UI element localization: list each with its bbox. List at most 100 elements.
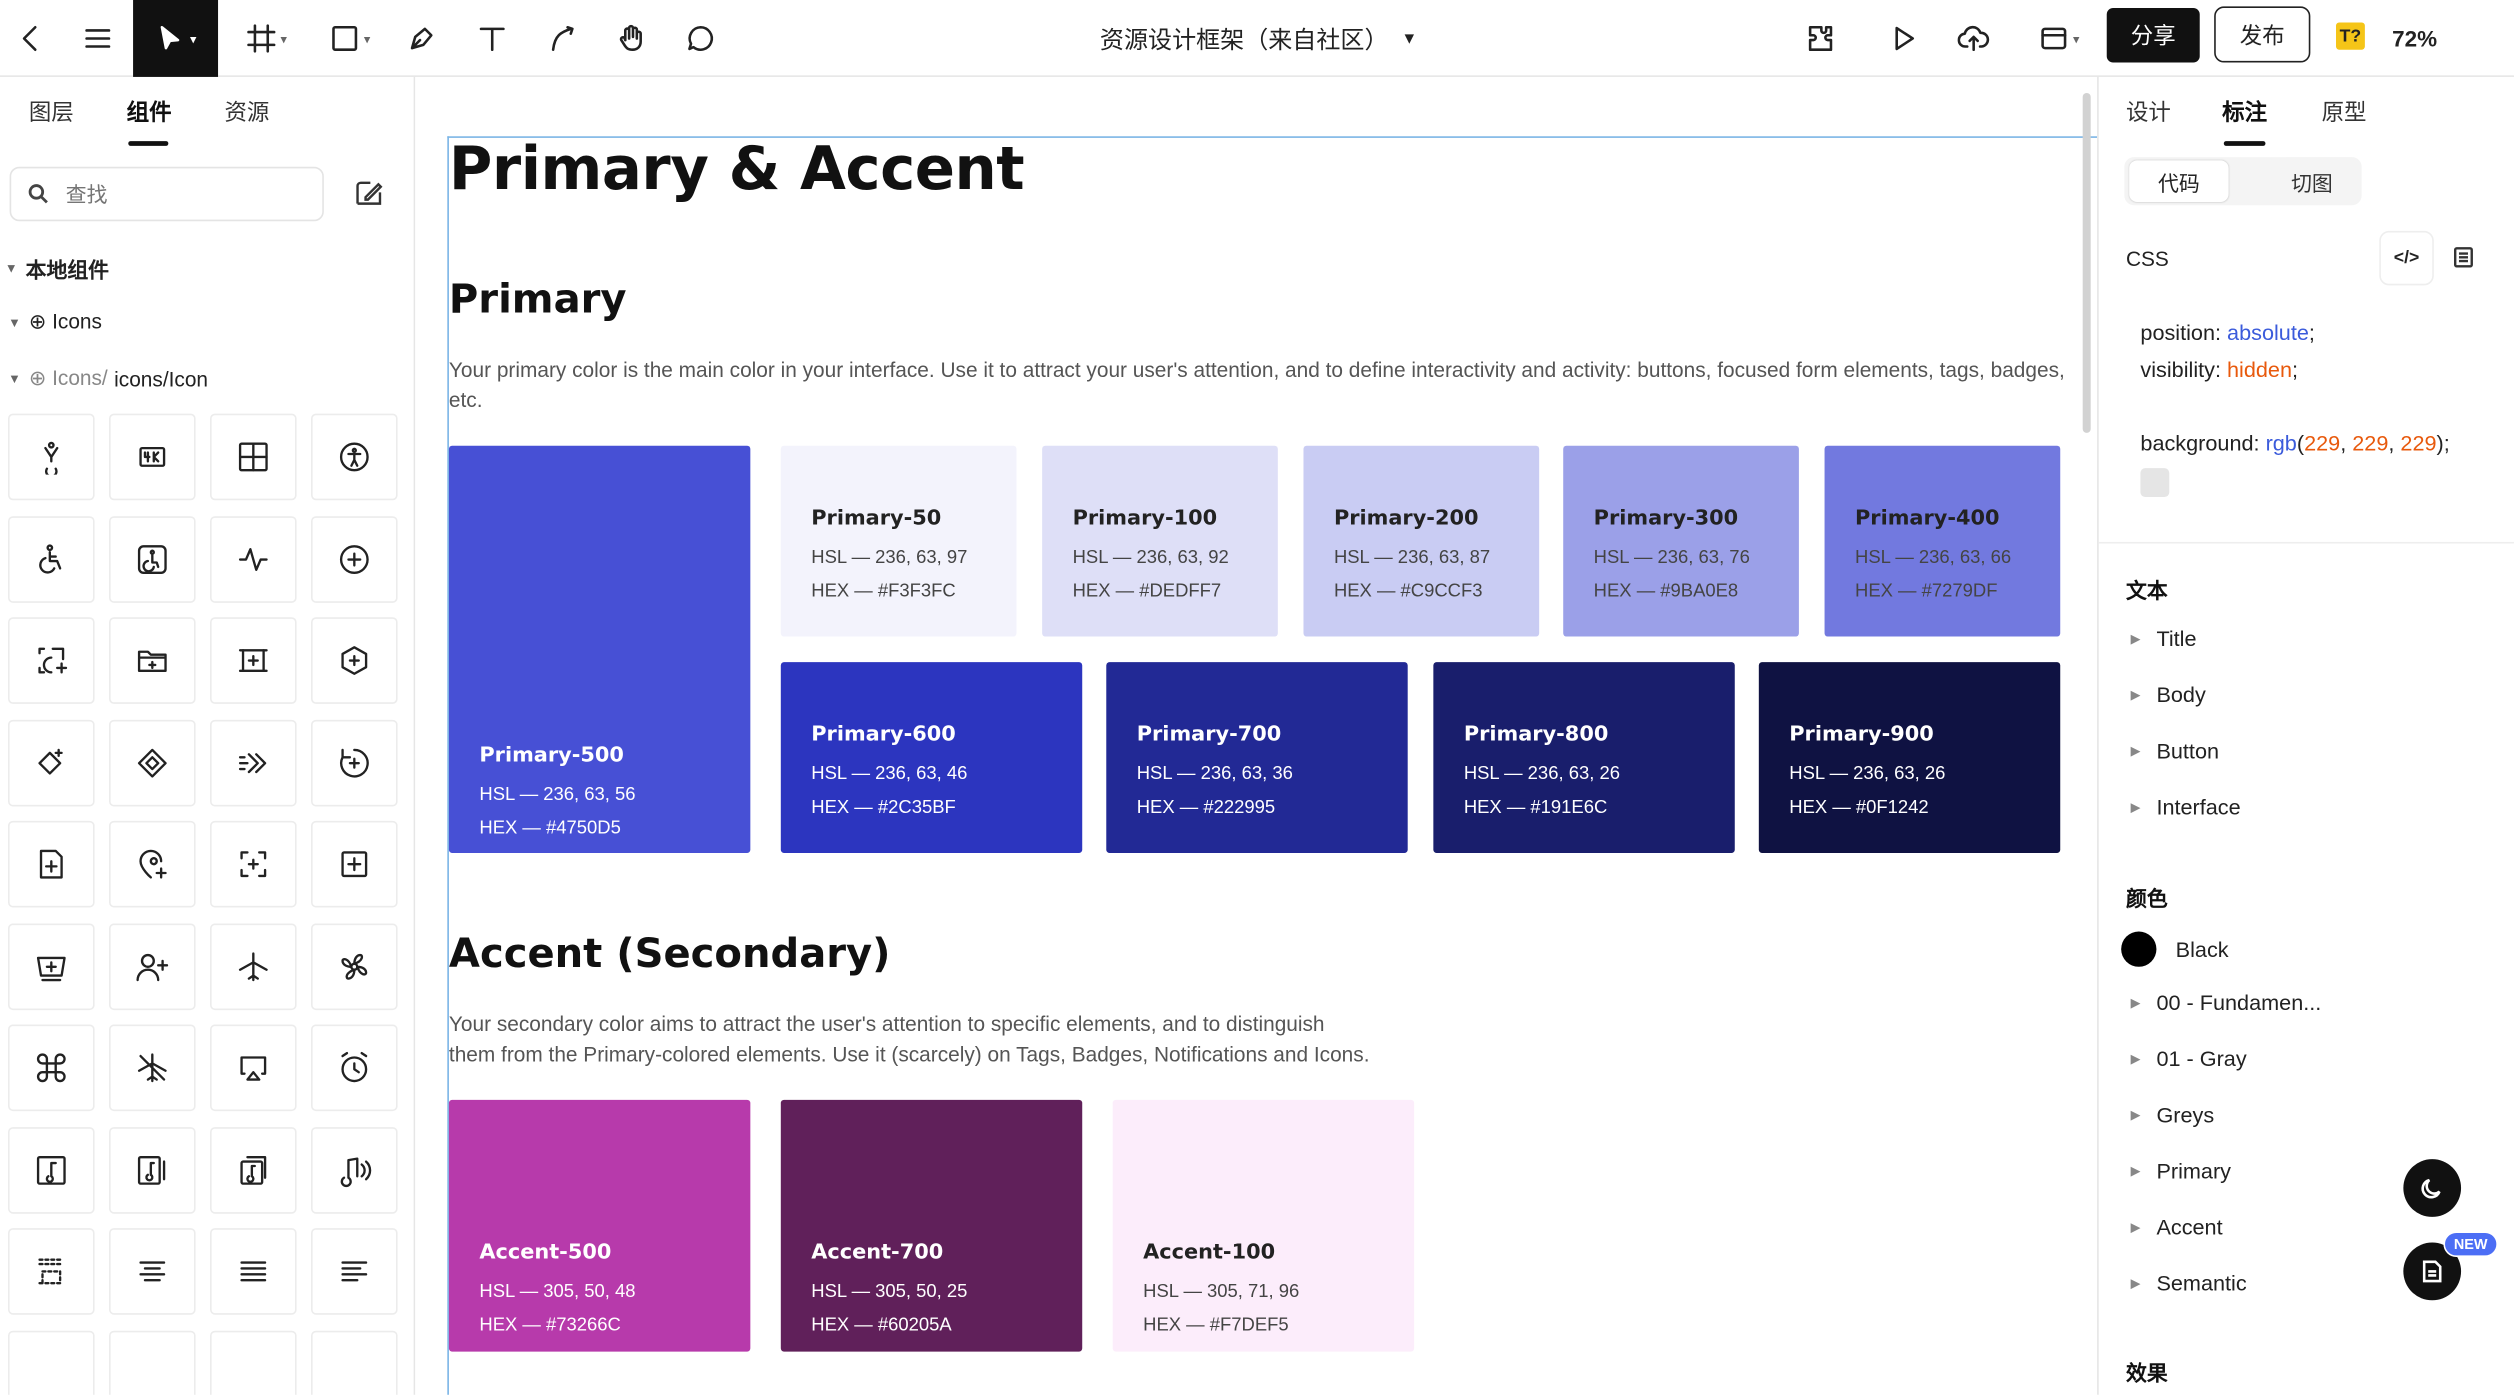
component-cell[interactable] (8, 1126, 95, 1213)
icons-group[interactable]: ▼ ⊕ Icons (6, 309, 102, 335)
component-cell[interactable] (8, 1329, 95, 1395)
layout-button[interactable]: ▾ (2027, 0, 2091, 77)
text-tool[interactable] (468, 0, 516, 77)
text-style-item[interactable]: ▶ Button (2128, 739, 2219, 763)
component-cell[interactable] (8, 719, 95, 806)
component-cell[interactable] (109, 617, 196, 704)
doc-view-button[interactable] (2451, 245, 2477, 271)
frame-tool[interactable]: ▾ (234, 0, 298, 77)
upload-button[interactable] (1950, 0, 1998, 77)
search-input[interactable] (65, 181, 291, 207)
text-style-item[interactable]: ▶ Interface (2128, 795, 2241, 819)
tab-prototype[interactable]: 原型 (2322, 96, 2367, 128)
code-view-button[interactable]: </> (2379, 230, 2434, 286)
component-cell[interactable] (210, 617, 297, 704)
design-canvas[interactable]: Primary & Accent Primary Your primary co… (415, 76, 2098, 1395)
color-swatch-card[interactable]: Primary-600 HSL — 236, 63, 46 HEX — #2C35B… (780, 662, 1083, 853)
component-cell[interactable] (311, 1024, 398, 1112)
local-components-group[interactable]: ▼ 本地组件 (3, 253, 109, 283)
color-swatch-card[interactable]: Accent-700 HSL — 305, 50, 25 HEX — #60205A (780, 1099, 1083, 1352)
component-cell[interactable] (109, 719, 196, 806)
pen-tool[interactable] (398, 0, 446, 77)
component-cell[interactable] (210, 922, 297, 1010)
color-swatch-card[interactable]: Primary-800 HSL — 236, 63, 26 HEX — #191E6… (1433, 662, 1735, 853)
code-mode-button[interactable]: 代码 (2129, 160, 2229, 203)
component-cell[interactable] (8, 413, 95, 501)
slice-mode-button[interactable]: 切图 (2265, 160, 2358, 202)
component-search[interactable] (9, 166, 324, 222)
color-swatch-card[interactable]: Primary-100 HSL — 236, 63, 92 HEX — #DEDFF… (1042, 445, 1278, 637)
color-swatch-card[interactable]: Primary-700 HSL — 236, 63, 36 HEX — #22299… (1106, 662, 1408, 853)
component-cell[interactable] (8, 820, 95, 908)
color-group-item[interactable]: ▶ Primary (2128, 1159, 2231, 1183)
color-group-item[interactable]: ▶ 00 - Fundamen... (2128, 991, 2322, 1015)
component-cell[interactable] (210, 1329, 297, 1395)
component-cell[interactable] (210, 719, 297, 806)
component-cell[interactable] (8, 617, 95, 704)
color-item-black[interactable]: Black (2121, 931, 2229, 967)
color-group-item[interactable]: ▶ 01 - Gray (2128, 1047, 2247, 1071)
component-cell[interactable] (210, 1024, 297, 1112)
component-cell[interactable] (311, 413, 398, 501)
component-cell[interactable] (109, 820, 196, 908)
component-cell[interactable] (210, 515, 297, 603)
tab-components[interactable]: 组件 (127, 96, 172, 128)
component-cell[interactable] (311, 820, 398, 908)
color-group-item[interactable]: ▶ Semantic (2128, 1271, 2247, 1295)
css-background-line[interactable]: background: rgb(229, 229, 229); (2140, 431, 2449, 455)
publish-button[interactable]: 发布 (2214, 6, 2311, 63)
color-swatch-card[interactable]: Accent-500 HSL — 305, 50, 48 HEX — #73266C (448, 1099, 751, 1352)
color-swatch-card[interactable]: Primary-400 HSL — 236, 63, 66 HEX — #7279D… (1824, 445, 2061, 637)
tab-layers[interactable]: 图层 (29, 96, 74, 128)
color-swatch-card[interactable]: Accent-100 HSL — 305, 71, 96 HEX — #F7DEF5 (1112, 1099, 1415, 1352)
component-cell[interactable] (109, 413, 196, 501)
share-button[interactable]: 分享 (2106, 8, 2200, 63)
canvas-scrollbar[interactable] (2082, 92, 2091, 433)
play-button[interactable] (1879, 0, 1927, 77)
back-icon[interactable] (6, 0, 54, 77)
document-title[interactable]: 资源设计框架（来自社区） ▼ (962, 0, 1555, 77)
component-cell[interactable] (8, 515, 95, 603)
color-swatch-card[interactable]: Primary-50 HSL — 236, 63, 97 HEX — #F3F3FC (780, 445, 1017, 637)
pointer-tool[interactable]: ▾ (133, 0, 219, 77)
tab-design[interactable]: 设计 (2126, 96, 2171, 128)
menu-icon[interactable] (74, 0, 122, 77)
component-cell[interactable] (210, 413, 297, 501)
component-cell[interactable] (311, 719, 398, 806)
component-cell[interactable] (8, 1024, 95, 1112)
component-cell[interactable] (210, 1228, 297, 1315)
component-cell[interactable] (109, 1329, 196, 1395)
component-cell[interactable] (311, 515, 398, 603)
library-button[interactable] (353, 176, 385, 208)
zoom-level[interactable]: 72% (2392, 0, 2437, 77)
missing-font-badge[interactable]: T? (2336, 22, 2365, 50)
path-tool[interactable] (539, 0, 587, 77)
component-cell[interactable] (311, 1126, 398, 1213)
component-cell[interactable] (210, 1126, 297, 1213)
component-cell[interactable] (210, 820, 297, 908)
color-swatch-card[interactable]: Primary-300 HSL — 236, 63, 76 HEX — #9BA0E… (1563, 445, 1799, 637)
component-cell[interactable] (8, 1228, 95, 1315)
component-cell[interactable] (311, 617, 398, 704)
component-cell[interactable] (109, 1126, 196, 1213)
text-style-item[interactable]: ▶ Title (2128, 627, 2197, 651)
tab-assets[interactable]: 资源 (224, 96, 269, 128)
css-visibility-line[interactable]: visibility: hidden; (2140, 358, 2298, 382)
color-group-item[interactable]: ▶ Accent (2128, 1215, 2223, 1239)
icons-path-group[interactable]: ▼ ⊕ Icons/icons/Icon (6, 366, 208, 392)
comment-tool[interactable] (677, 0, 725, 77)
color-group-item[interactable]: ▶ Greys (2128, 1103, 2215, 1127)
css-position-line[interactable]: position: absolute; (2140, 321, 2315, 345)
color-swatch-card[interactable]: Primary-900 HSL — 236, 63, 26 HEX — #0F124… (1758, 662, 2061, 853)
plugin-button[interactable] (1796, 0, 1844, 77)
component-cell[interactable] (109, 515, 196, 603)
component-cell[interactable] (311, 922, 398, 1010)
component-cell[interactable] (311, 1228, 398, 1315)
tab-inspect[interactable]: 标注 (2222, 96, 2267, 128)
text-style-item[interactable]: ▶ Body (2128, 683, 2206, 707)
component-cell[interactable] (311, 1329, 398, 1395)
rectangle-tool[interactable]: ▾ (317, 0, 381, 77)
component-cell[interactable] (8, 922, 95, 1010)
color-swatch-card[interactable]: Primary-500 HSL — 236, 63, 56 HEX — #4750D… (448, 445, 751, 853)
color-swatch-card[interactable]: Primary-200 HSL — 236, 63, 87 HEX — #C9CCF… (1303, 445, 1540, 637)
